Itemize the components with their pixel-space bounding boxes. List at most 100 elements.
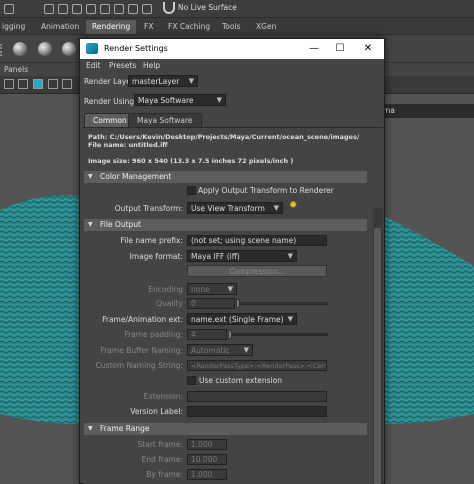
chevron-down-icon: ▼	[216, 96, 222, 104]
end-frame-label: End frame:	[141, 455, 183, 464]
camera-field[interactable]: ma	[380, 104, 474, 118]
renderer-tabs: Common Maya Software	[80, 113, 384, 127]
extension-label: Extension:	[143, 392, 183, 401]
settings-gear-icon[interactable]: ✹	[289, 200, 297, 211]
section-frame-range[interactable]: ▼ Frame Range	[84, 423, 367, 435]
use-custom-extension-label: Use custom extension	[199, 376, 282, 385]
menu-help[interactable]: Help	[143, 61, 160, 70]
camera-icon[interactable]	[4, 79, 14, 89]
menu-presets[interactable]: Presets	[109, 61, 136, 70]
close-icon[interactable]: ✕	[356, 39, 380, 59]
end-frame-input[interactable]: 10.000	[187, 454, 227, 465]
frame-padding-input[interactable]: 4	[187, 329, 227, 340]
snap-live-icon[interactable]	[86, 3, 96, 14]
shelf-tab-animation[interactable]: Animation	[35, 20, 85, 34]
image-format-dropdown[interactable]: Maya IFF (iff) ▼	[187, 250, 297, 262]
quality-slider[interactable]	[238, 302, 328, 305]
render-settings-icon	[86, 43, 98, 54]
frame-animation-ext-label: Frame/Animation ext:	[102, 315, 183, 324]
magnet-icon[interactable]	[163, 2, 175, 14]
render-using-dropdown[interactable]: Maya Software ▼	[134, 94, 226, 106]
frame-padding-label: Frame padding:	[124, 330, 183, 339]
render-layer-label: Render Layer	[84, 77, 134, 86]
shelf-separator-icon	[0, 44, 3, 56]
status-line: No Live Surface	[0, 0, 474, 17]
section-title: File Output	[100, 220, 141, 229]
image-format-label: Image format:	[129, 252, 183, 261]
custom-naming-string-input[interactable]: <RenderPassType>:<RenderPass>.<Camera>	[187, 360, 327, 371]
apply-output-transform-label: Apply Output Transform to Renderer	[198, 186, 334, 195]
shelf-tab-bar: igging Animation Rendering FX FX Caching…	[0, 17, 474, 34]
settings-scrollbar[interactable]	[373, 208, 383, 484]
frame-animation-ext-dropdown[interactable]: name.ext (Single Frame) ▼	[187, 313, 297, 325]
shelf-tab-rigging[interactable]: igging	[0, 20, 31, 34]
snap-view-icon[interactable]	[72, 3, 82, 14]
textured-icon[interactable]	[62, 79, 72, 89]
snap-plane-icon[interactable]	[100, 3, 110, 14]
grid-icon[interactable]	[18, 79, 28, 89]
tab-maya-software[interactable]: Maya Software	[128, 113, 202, 127]
panels-menu[interactable]: Panels	[4, 65, 28, 74]
snap-point-icon[interactable]	[58, 3, 68, 14]
maximize-icon[interactable]: ☐	[328, 39, 352, 59]
extension-input[interactable]	[187, 391, 327, 402]
compression-button[interactable]: Compression...	[187, 265, 327, 277]
minimize-icon[interactable]: —	[302, 39, 326, 59]
frame-buffer-naming-label: Frame Buffer Naming:	[100, 346, 183, 355]
scrollbar-thumb[interactable]	[374, 228, 381, 484]
output-ops-icon[interactable]	[142, 3, 152, 14]
render-settings-window: Render Settings — ☐ ✕ Edit Presets Help …	[79, 38, 385, 484]
file-name-prefix-input[interactable]: (not set; using scene name)	[187, 235, 327, 246]
snap-curve-icon[interactable]	[44, 3, 54, 14]
quality-input[interactable]: 0	[187, 298, 235, 309]
frame-padding-slider-handle[interactable]	[228, 330, 232, 339]
frame-buffer-naming-dropdown[interactable]: Automatic ▼	[187, 344, 253, 356]
section-title: Frame Range	[100, 424, 150, 433]
shaded-icon[interactable]	[48, 79, 58, 89]
shelf-tab-xgen[interactable]: XGen	[250, 20, 282, 34]
render-using-value: Maya Software	[138, 96, 194, 105]
start-frame-input[interactable]: 1.000	[187, 439, 227, 450]
encoding-value: none	[191, 285, 210, 294]
history-icon[interactable]	[114, 3, 124, 14]
chevron-down-icon: ▼	[243, 346, 249, 354]
by-frame-input[interactable]: 1.000	[187, 469, 227, 480]
encoding-dropdown[interactable]: none ▼	[187, 283, 237, 295]
shelf-tab-fx-caching[interactable]: FX Caching	[162, 20, 216, 34]
section-file-output[interactable]: ▼ File Output	[84, 219, 367, 231]
section-color-management[interactable]: ▼ Color Management	[84, 171, 367, 183]
wireframe-icon[interactable]	[33, 79, 43, 89]
shader-ball-icon[interactable]	[13, 42, 27, 56]
output-transform-dropdown[interactable]: Use View Transform ▼	[187, 202, 283, 214]
version-label-input[interactable]	[187, 406, 327, 417]
quality-label: Quality	[156, 299, 183, 308]
apply-output-transform-checkbox[interactable]	[187, 186, 196, 195]
section-title: Color Management	[100, 172, 172, 181]
chevron-down-icon: ▼	[287, 252, 293, 260]
shelf-tab-fx[interactable]: FX	[138, 20, 159, 34]
quality-slider-handle[interactable]	[236, 299, 240, 308]
window-titlebar[interactable]: Render Settings — ☐ ✕	[80, 39, 384, 59]
output-transform-value: Use View Transform	[191, 204, 265, 213]
menu-edit[interactable]: Edit	[86, 61, 101, 70]
shelf-tab-tools[interactable]: Tools	[216, 20, 246, 34]
start-frame-label: Start frame:	[137, 440, 183, 449]
collapse-triangle-icon: ▼	[88, 173, 93, 180]
snap-grid-icon[interactable]	[4, 3, 14, 14]
use-custom-extension-checkbox[interactable]	[187, 376, 196, 385]
render-layer-value: masterLayer	[132, 77, 180, 86]
render-layer-dropdown[interactable]: masterLayer ▼	[128, 75, 198, 87]
chevron-down-icon: ▼	[227, 285, 233, 293]
image-format-value: Maya IFF (iff)	[191, 252, 240, 261]
shader-ball-icon[interactable]	[62, 42, 76, 56]
input-ops-icon[interactable]	[128, 3, 138, 14]
shader-ball-icon[interactable]	[38, 42, 52, 56]
collapse-triangle-icon: ▼	[88, 425, 93, 432]
shelf-tab-rendering[interactable]: Rendering	[86, 20, 137, 34]
settings-content: Path: C:/Users/Kevin/Desktop/Projects/Ma…	[83, 127, 383, 484]
render-using-label: Render Using	[84, 97, 135, 106]
output-transform-label: Output Transform:	[114, 204, 183, 213]
custom-naming-string-label: Custom Naming String:	[95, 361, 183, 370]
frame-padding-slider[interactable]	[230, 333, 328, 336]
encoding-label: Encoding	[148, 285, 183, 294]
